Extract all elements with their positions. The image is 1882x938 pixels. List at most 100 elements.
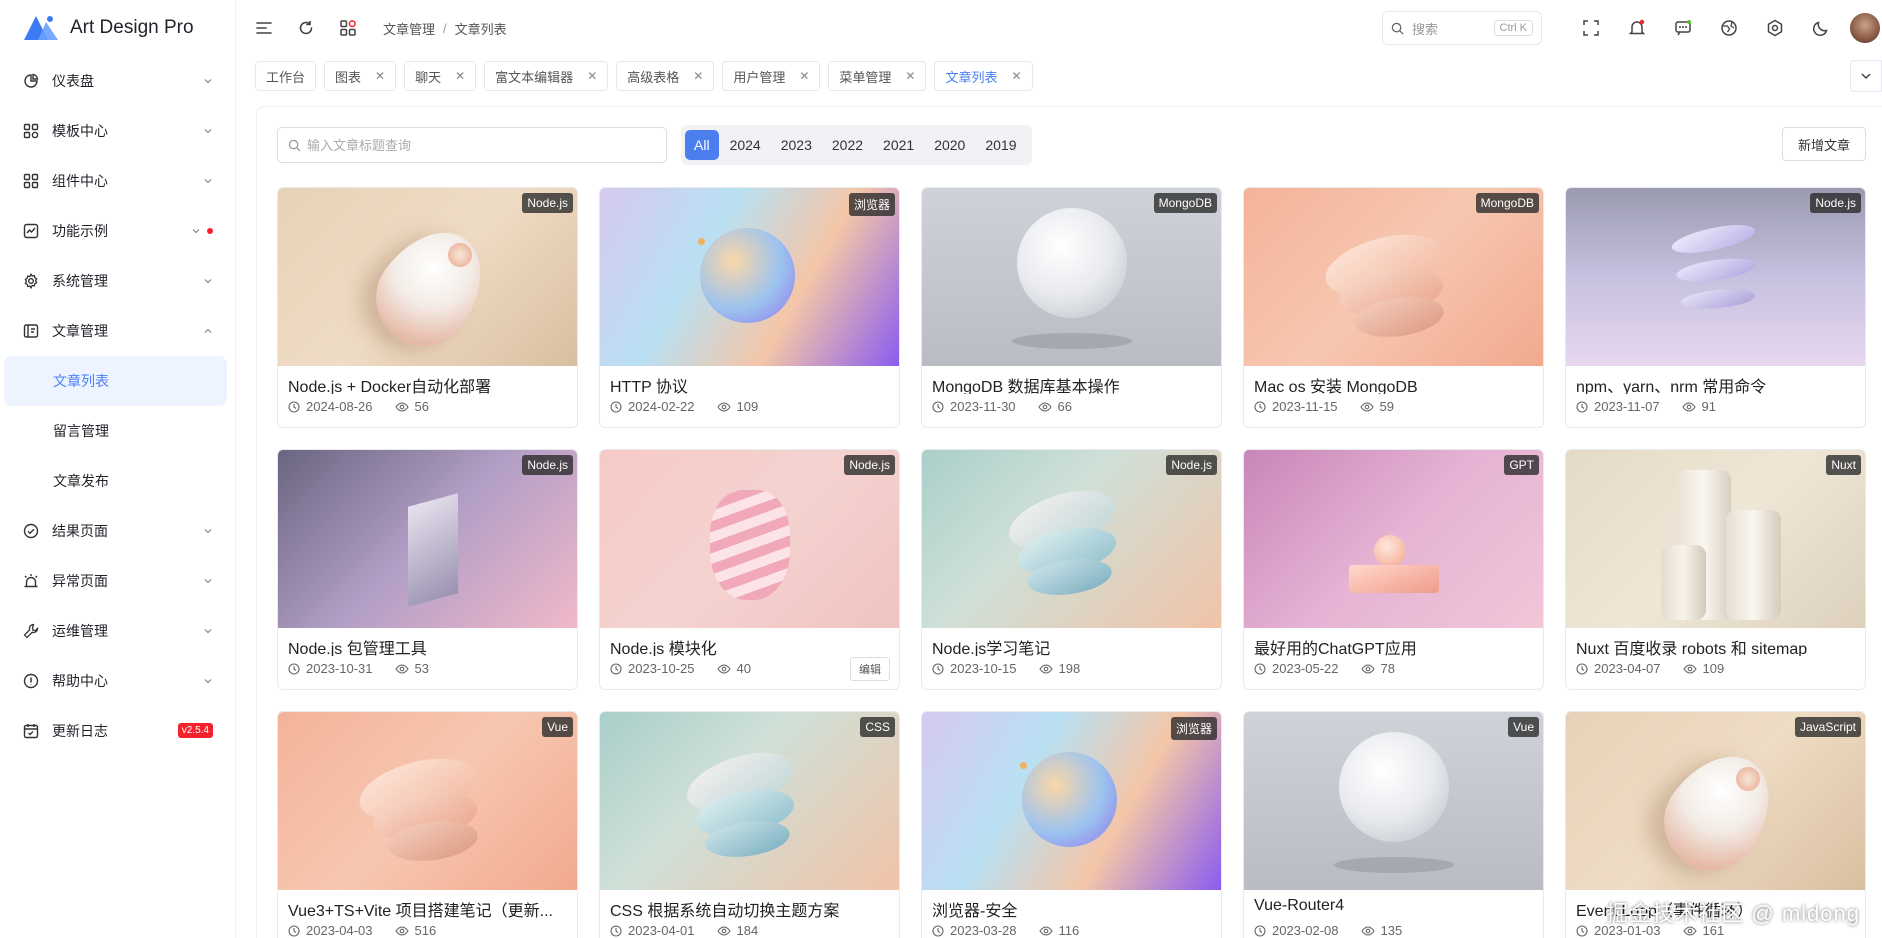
article-grid: Node.js Node.js + Docker自动化部署 2024-08-26 56…: [277, 187, 1866, 938]
tab-7[interactable]: 文章列表 ✕: [934, 61, 1033, 91]
fullscreen-icon[interactable]: [1580, 17, 1602, 39]
article-card[interactable]: Node.js Node.js 模块化 2023-10-25 40 编辑: [599, 449, 900, 690]
sidebar-item-check-circle[interactable]: 结果页面: [0, 506, 235, 556]
close-icon[interactable]: ✕: [905, 69, 915, 83]
notification-bell-icon[interactable]: [1626, 17, 1648, 39]
article-date: 2023-04-01: [628, 923, 695, 938]
article-cover-image: Node.js: [278, 188, 577, 366]
watermark: 掘金技术社区 @ mldong: [1606, 901, 1860, 926]
article-meta: 2023-04-01 184: [600, 918, 899, 938]
sidebar-subitem-label: 文章列表: [53, 373, 109, 389]
tab-3[interactable]: 富文本编辑器 ✕: [484, 61, 609, 91]
chat-icon[interactable]: [1672, 17, 1694, 39]
tab-4[interactable]: 高级表格 ✕: [616, 61, 715, 91]
clock-icon: [1576, 924, 1588, 937]
sidebar-item-dashboard[interactable]: 仪表盘: [0, 56, 235, 106]
tab-6[interactable]: 菜单管理 ✕: [828, 61, 927, 91]
sidebar-item-label: 结果页面: [52, 523, 108, 539]
close-icon[interactable]: ✕: [587, 69, 597, 83]
article-card[interactable]: Node.js npm、yarn、nrm 常用命令 2023-11-07 91: [1565, 187, 1866, 428]
sidebar-item-widget[interactable]: 组件中心: [0, 156, 235, 206]
article-meta: 2024-08-26 56: [278, 394, 577, 419]
article-card[interactable]: 浏览器 HTTP 协议 2024-02-22 109: [599, 187, 900, 428]
edit-button[interactable]: 编辑: [850, 657, 890, 681]
article-card[interactable]: Node.js Node.js + Docker自动化部署 2024-08-26 56: [277, 187, 578, 428]
article-cover-image: Vue: [278, 712, 577, 890]
article-cover-image: Nuxt: [1566, 450, 1865, 628]
sidebar-item-template[interactable]: 模板中心: [0, 106, 235, 156]
tab-label: 富文本编辑器: [495, 69, 574, 85]
sidebar: Art Design Pro 仪表盘 模板中心组件中心功能示例 系统管理文章管理文章…: [0, 0, 236, 938]
year-filter-All[interactable]: All: [685, 130, 719, 160]
clock-icon: [1254, 400, 1266, 413]
close-icon[interactable]: ✕: [799, 69, 809, 83]
settings-gear-icon[interactable]: [1764, 17, 1786, 39]
chevron-down-icon: [203, 76, 213, 86]
tabs-more-chevron-icon[interactable]: [1850, 60, 1882, 92]
dark-mode-moon-icon[interactable]: [1810, 17, 1832, 39]
sidebar-item-label: 运维管理: [52, 623, 108, 639]
sidebar-subitem-1[interactable]: 留言管理: [4, 406, 227, 456]
year-filter-2019[interactable]: 2019: [976, 130, 1025, 160]
sidebar-item-label: 文章管理: [52, 323, 108, 339]
article-cover-image: Node.js: [600, 450, 899, 628]
category-tag: Node.js: [522, 193, 573, 213]
article-card[interactable]: GPT 最好用的ChatGPT应用 2023-05-22 78: [1243, 449, 1544, 690]
breadcrumb-item-article-mgmt[interactable]: 文章管理: [383, 19, 435, 38]
year-filter-2023[interactable]: 2023: [772, 130, 821, 160]
close-icon[interactable]: ✕: [375, 69, 385, 83]
sidebar-item-calendar[interactable]: 更新日志 v2.5.4: [0, 706, 235, 756]
sidebar-item-article[interactable]: 文章管理: [0, 306, 235, 356]
clock-icon: [610, 662, 622, 675]
tab-0[interactable]: 工作台: [255, 61, 317, 91]
article-card[interactable]: Vue Vue3+TS+Vite 项目搭建笔记（更新... 2023-04-03 51…: [277, 711, 578, 938]
add-article-button[interactable]: 新增文章: [1781, 127, 1866, 161]
year-filter-2021[interactable]: 2021: [874, 130, 923, 160]
close-icon[interactable]: ✕: [1012, 69, 1022, 83]
refresh-icon[interactable]: [295, 17, 317, 39]
sidebar-item-info-circle[interactable]: 帮助中心: [0, 656, 235, 706]
chevron-down-icon: [203, 626, 213, 636]
app-logo[interactable]: Art Design Pro: [0, 0, 235, 56]
tab-2[interactable]: 聊天 ✕: [404, 61, 477, 91]
article-card[interactable]: CSS CSS 根据系统自动切换主题方案 2023-04-01 184: [599, 711, 900, 938]
category-tag: Node.js: [844, 455, 895, 475]
article-search-field[interactable]: [277, 127, 667, 163]
year-filter-2024[interactable]: 2024: [721, 130, 770, 160]
article-search-input[interactable]: [307, 137, 656, 153]
menu-fold-icon[interactable]: [253, 17, 275, 39]
sidebar-subitem-0[interactable]: 文章列表: [4, 356, 227, 406]
article-card[interactable]: Vue Vue-Router4 2023-02-08 135: [1243, 711, 1544, 938]
tab-1[interactable]: 图表 ✕: [324, 61, 397, 91]
language-globe-icon[interactable]: [1718, 17, 1740, 39]
user-avatar[interactable]: [1850, 13, 1880, 43]
apps-icon[interactable]: [337, 17, 359, 39]
sidebar-item-alarm[interactable]: 异常页面: [0, 556, 235, 606]
close-icon[interactable]: ✕: [693, 69, 703, 83]
sidebar-item-wrench[interactable]: 运维管理: [0, 606, 235, 656]
category-tag: MongoDB: [1475, 193, 1539, 213]
sidebar-subitem-2[interactable]: 文章发布: [4, 456, 227, 506]
eye-icon: [1681, 401, 1696, 413]
article-title: Node.js 包管理工具: [288, 641, 427, 656]
sidebar-item-label: 组件中心: [52, 173, 108, 189]
article-meta: 2023-11-30 66: [922, 394, 1221, 419]
tab-5[interactable]: 用户管理 ✕: [722, 61, 821, 91]
global-search[interactable]: 搜索 Ctrl K: [1382, 11, 1542, 45]
article-card[interactable]: Node.js Node.js 包管理工具 2023-10-31 53: [277, 449, 578, 690]
close-icon[interactable]: ✕: [455, 69, 465, 83]
tab-label: 文章列表: [945, 69, 998, 85]
sidebar-item-code[interactable]: 功能示例: [0, 206, 235, 256]
article-card[interactable]: Node.js Node.js学习笔记 2023-10-15 198: [921, 449, 1222, 690]
article-date: 2023-10-15: [950, 661, 1017, 676]
year-filter-2022[interactable]: 2022: [823, 130, 872, 160]
article-card[interactable]: 浏览器 浏览器-安全 2023-03-28 116: [921, 711, 1222, 938]
year-filter-2020[interactable]: 2020: [925, 130, 974, 160]
article-card[interactable]: MongoDB Mac os 安装 MongoDB 2023-11-15 59: [1243, 187, 1544, 428]
article-card[interactable]: Nuxt Nuxt 百度收录 robots 和 sitemap 2023-04-07…: [1565, 449, 1866, 690]
clock-icon: [932, 400, 944, 413]
article-cover-image: JavaScript: [1566, 712, 1865, 890]
article-card[interactable]: MongoDB MongoDB 数据库基本操作 2023-11-30 66: [921, 187, 1222, 428]
sidebar-subitem-label: 文章发布: [53, 473, 109, 489]
sidebar-item-gear[interactable]: 系统管理: [0, 256, 235, 306]
